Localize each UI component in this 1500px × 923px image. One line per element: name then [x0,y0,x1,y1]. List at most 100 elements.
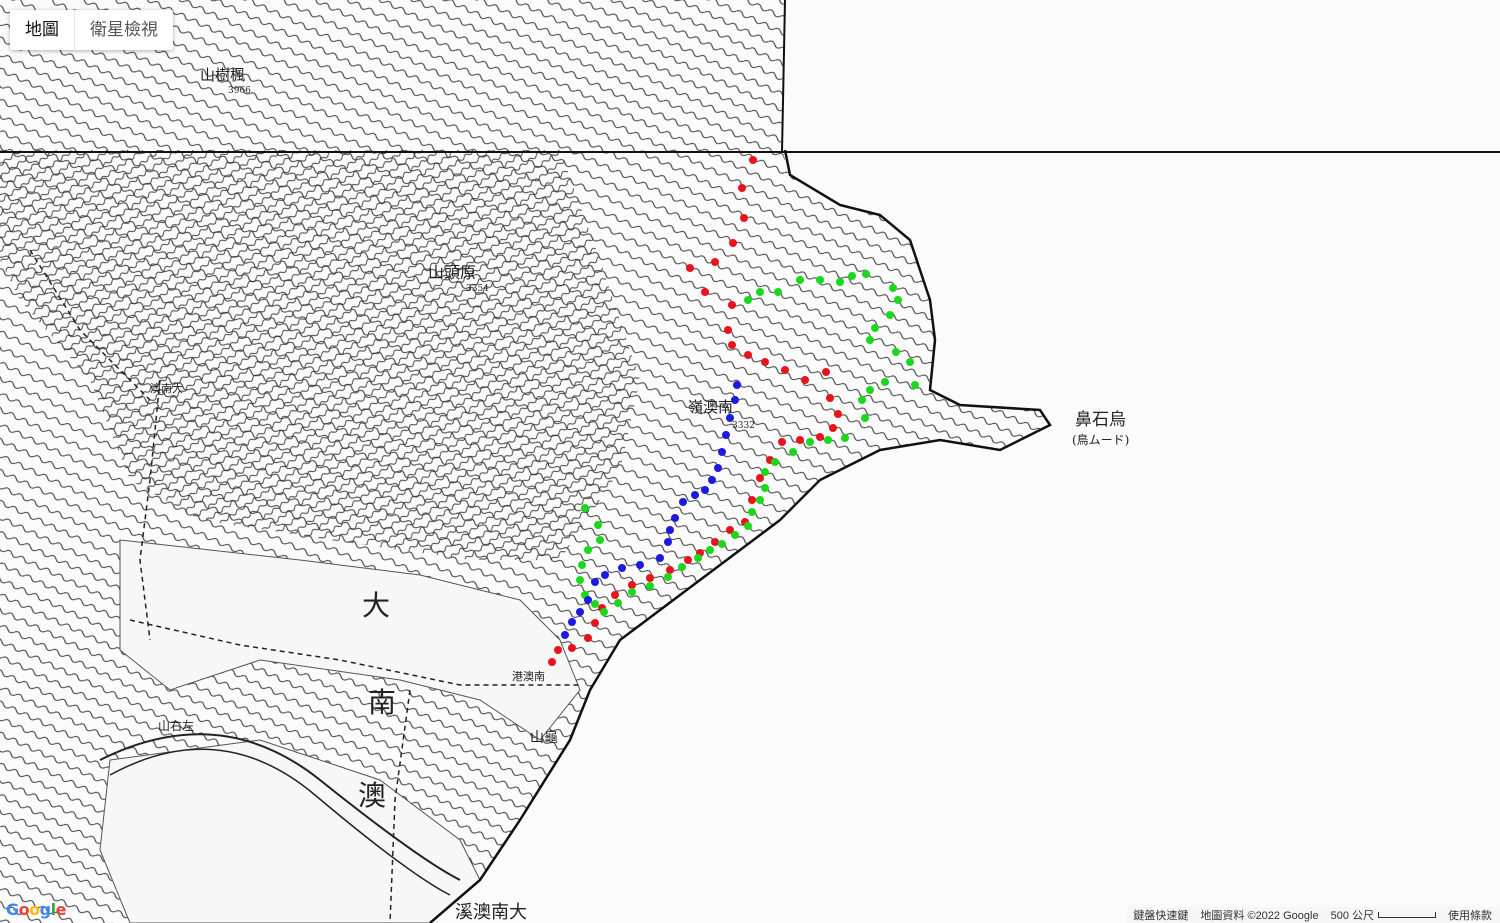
red-route-point [729,239,737,247]
green-route-point [614,599,622,607]
blue-route-point [656,554,664,562]
green-route-point [841,434,849,442]
peak2-label: 山頭原 [428,263,476,282]
peak1-label: 山樹楓 [200,66,245,84]
green-route-point [744,522,752,530]
green-route-point [848,272,856,280]
blue-route-point [584,596,592,604]
green-route-point [796,276,804,284]
red-route-point [740,214,748,222]
green-route-point [761,484,769,492]
green-route-point [892,348,900,356]
peak1-height: 3966 [228,86,251,96]
red-route-point [646,574,654,582]
red-route-point [666,566,674,574]
keyboard-shortcuts-link[interactable]: 鍵盤快速鍵 [1133,907,1188,923]
blue-route-point [731,396,739,404]
hill-label: 山龜 [530,730,558,746]
green-route-point [889,284,897,292]
green-route-point [748,508,756,516]
red-route-point [684,556,692,564]
ridge-height: 3332 [732,421,755,431]
red-route-point [728,301,736,309]
red-route-point [584,634,592,642]
blue-route-point [618,564,626,572]
cape-sublabel: (鳥ムード) [1072,432,1129,447]
green-route-point [771,458,779,466]
blue-route-point [701,486,709,494]
green-route-point [761,468,769,476]
green-route-point [581,504,589,512]
terms-link[interactable]: 使用條款 [1448,907,1492,923]
red-route-point [548,658,556,666]
blue-route-point [679,498,687,506]
google-logo[interactable]: Google [6,900,66,919]
green-route-point [911,381,919,389]
hill2-label: 山右左 [158,718,194,733]
green-route-point [756,496,764,504]
ridge-label: 嶺澳南 [688,398,733,416]
blue-route-point [666,526,674,534]
red-route-point [724,326,732,334]
blue-route-point [601,571,609,579]
cape-label: 鼻石烏 [1075,410,1126,430]
blue-route-point [726,414,734,422]
satellite-view-button[interactable]: 衛星檢視 [74,10,173,50]
map-data-attribution: 地圖資料 ©2022 Google [1200,910,1319,922]
scale-label: 500 公尺 [1330,910,1374,922]
green-route-point [578,561,586,569]
red-route-point [801,376,809,384]
green-route-point [756,288,764,296]
red-route-point [591,619,599,627]
green-route-point [824,436,832,444]
scale-control[interactable]: 500 公尺 [1331,907,1436,923]
red-route-point [748,496,756,504]
red-route-point [822,368,830,376]
green-route-point [600,608,608,616]
green-route-point [871,324,879,332]
map-type-control: 地圖 衛星檢視 [10,10,173,50]
red-route-point [829,424,837,432]
red-route-point [778,438,786,446]
green-route-point [861,414,869,422]
bay-label-3: 澳 [358,779,386,812]
red-route-point [834,410,842,418]
blue-route-point [591,578,599,586]
blue-route-point [722,431,730,439]
green-route-point [664,573,672,581]
red-route-point [738,184,746,192]
scale-bar [1378,912,1436,918]
red-route-point [611,591,619,599]
green-route-point [816,276,824,284]
blue-route-point [636,561,644,569]
green-route-point [584,546,592,554]
green-route-point [596,536,604,544]
map-view-button[interactable]: 地圖 [10,10,74,50]
green-route-point [894,296,902,304]
green-route-point [881,378,889,386]
red-route-point [701,288,709,296]
green-route-point [862,270,870,278]
green-route-point [678,563,686,571]
historical-topo-map[interactable]: 山樹楓 3966 山頭原 3354 鼻石烏 (鳥ムード) 嶺澳南 3332 大 … [0,0,1500,923]
red-route-point [816,433,824,441]
red-route-point [711,258,719,266]
red-route-point [761,358,769,366]
green-route-point [789,448,797,456]
green-route-point [858,396,866,404]
blue-route-point [708,476,716,484]
green-route-point [706,546,714,554]
green-route-point [744,296,752,304]
green-route-point [774,288,782,296]
harbor-label: 港澳南 [512,670,545,683]
blue-route-point [671,514,679,522]
green-route-point [646,582,654,590]
red-route-point [744,351,752,359]
map-footer: 鍵盤快速鍵 地圖資料 ©2022 Google 500 公尺 使用條款 [1127,907,1500,923]
green-route-point [576,576,584,584]
green-route-point [718,540,726,548]
blue-route-point [561,631,569,639]
green-route-point [594,521,602,529]
green-route-point [628,588,636,596]
river-label: 溪澳南大 [455,902,527,923]
